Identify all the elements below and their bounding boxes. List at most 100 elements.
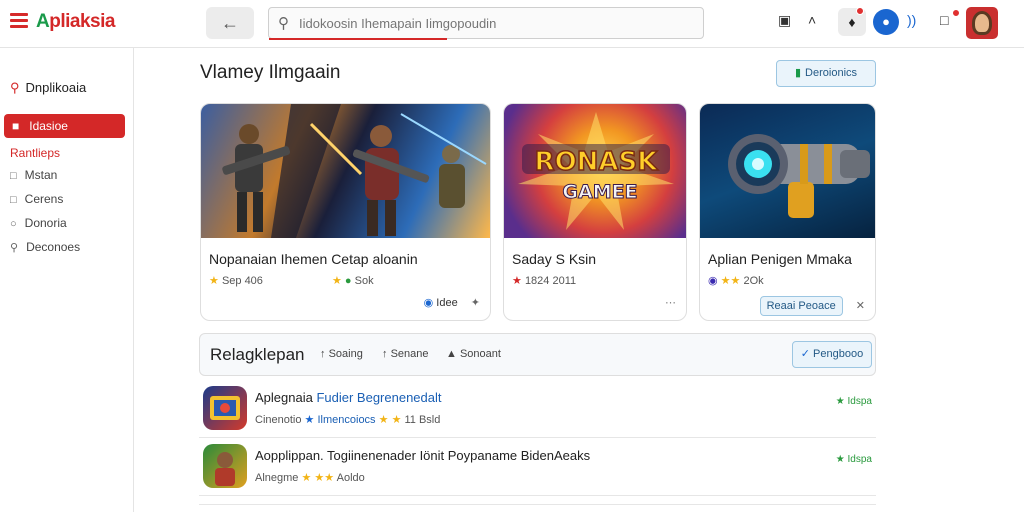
card-image-blaster <box>700 104 875 238</box>
card-meta: ★ 1824 2011 <box>512 275 577 287</box>
star-icon: ★ <box>304 414 315 426</box>
sidebar-item-2[interactable]: □ Cerens <box>10 192 63 206</box>
share-icon[interactable]: ✦ <box>471 297 480 309</box>
bookmark-dot <box>952 9 960 17</box>
logo-text-top: RONASK <box>535 147 659 177</box>
arrow-left-icon: ← <box>221 13 239 33</box>
card-title: Aplian Penigen Mmaka <box>708 251 852 267</box>
tag-icon: ▲ <box>446 348 457 360</box>
box-icon: □ <box>10 194 17 206</box>
featured-card-2[interactable]: RONASK GAMEE Saday S Ksin ★ 1824 2011 ⋯ <box>503 103 687 321</box>
list-item[interactable]: Aplegnaia Fudier Begrenenedalt Cinenotio… <box>199 382 876 438</box>
blaster-illustration <box>728 134 870 218</box>
play-icon: □ <box>10 170 17 182</box>
chevron-up-icon[interactable]: ˄ <box>808 12 816 28</box>
card-footer-link[interactable]: Idee <box>436 297 457 309</box>
home-icon: ■ <box>12 119 20 133</box>
list-item[interactable]: Aopplippan. Togiinenenader Iönit Poypana… <box>199 440 876 496</box>
bell-icon: ♦ <box>848 14 856 30</box>
bookmark-icon[interactable]: □ <box>940 12 948 28</box>
game-logo-illustration: RONASK GAMEE <box>518 112 674 230</box>
account-button[interactable]: ● <box>873 9 899 35</box>
info-icon[interactable]: ◉ <box>424 297 434 309</box>
star-icon: ★ <box>391 414 402 426</box>
search-icon: ⚲ <box>278 15 289 32</box>
filter-option-3[interactable]: ▲ Sonoant <box>446 348 501 360</box>
card-image-warriors <box>201 104 490 238</box>
sidebar-item-3[interactable]: ○ Donoria <box>10 216 67 230</box>
hamburger-icon[interactable] <box>10 13 28 29</box>
card-footer: Reaai Peoace ✕ <box>759 296 865 316</box>
card-title: Saday S Ksin <box>512 251 597 267</box>
star-icon: ★ <box>209 275 219 287</box>
list-divider <box>199 504 876 505</box>
card-title: Nopanaian Ihemen Cetap aloanin <box>209 251 418 267</box>
back-button[interactable]: ← <box>206 7 254 39</box>
filter-option-1[interactable]: ↑ Soaing <box>320 348 363 360</box>
sidebar-heading[interactable]: ⚲ Dnplikoaia <box>10 80 86 96</box>
app-icon-art <box>215 452 235 486</box>
sidebar-item-4[interactable]: ⚲ Deconoes <box>10 240 80 254</box>
top-bar: Apliaksia ← ⚲ ▣ ˄ ♦ ● )) □ <box>0 0 1024 48</box>
card-image-logo: RONASK GAMEE <box>504 104 686 238</box>
camera-icon[interactable]: ▣ <box>778 12 791 29</box>
close-icon[interactable]: ✕ <box>856 300 865 312</box>
sidebar-item-1[interactable]: □ Mstan <box>10 168 57 182</box>
app-logo[interactable]: Apliaksia <box>36 11 115 33</box>
filter-option-2[interactable]: ↑ Senane <box>382 348 429 360</box>
app-icon-art <box>210 396 240 420</box>
avatar-face <box>972 11 992 35</box>
sort-icon: ↑ <box>382 348 388 360</box>
star-icon: ★★ <box>314 472 335 484</box>
lock-icon: ○ <box>10 218 17 230</box>
card-meta: ★ Sep 406 ★ ● Sok <box>209 275 374 287</box>
sidebar: ⚲ Dnplikoaia ■ Idasioe Rantlieps □ Mstan □ C… <box>0 48 134 512</box>
star-icon: ★ <box>331 275 342 287</box>
app-icon <box>203 444 247 488</box>
avatar[interactable] <box>966 7 998 39</box>
pin-icon: ⚲ <box>10 80 20 95</box>
sidebar-subheading[interactable]: Rantlieps <box>10 146 60 160</box>
sort-icon: ↑ <box>320 348 326 360</box>
logo-text-bottom: GAMEE <box>562 181 637 203</box>
filter-action-button[interactable]: ✓ Pengbooo <box>792 341 872 368</box>
audio-icon[interactable]: )) <box>907 12 916 28</box>
app-meta: Alnegme ★ ★★ Aoldo <box>255 472 365 484</box>
user-icon: ● <box>882 14 890 29</box>
app-side-label[interactable]: ★ Idspa <box>836 396 872 407</box>
featured-card-3[interactable]: Aplian Penigen Mmaka ◉ ★★ 2Ok Reaai Peoa… <box>699 103 876 321</box>
card-meta: ◉ ★★ 2Ok <box>708 275 764 287</box>
star-icon: ★ <box>378 414 389 426</box>
star-icon: ★ <box>301 472 312 484</box>
star-icon: ★ <box>835 396 845 407</box>
app-name: Aplegnaia Fudier Begrenenedalt <box>255 390 442 405</box>
app-side-label[interactable]: ★ Idspa <box>836 454 872 465</box>
check-icon: ✓ <box>800 348 810 360</box>
search-input[interactable] <box>299 12 689 34</box>
section-title: Relagklepan <box>210 345 305 364</box>
star-icon: ★★ <box>720 275 741 287</box>
app-meta: Cinenotio ★ Ilmencoiocs ★ ★ 11 Bsld <box>255 414 441 426</box>
app-highlight-link[interactable]: Fudier Begrenenedalt <box>316 390 441 405</box>
search-small-icon: ⚲ <box>10 242 19 254</box>
card-action-button[interactable]: Reaai Peoace <box>759 296 843 316</box>
app-icon <box>203 386 247 430</box>
page-title: Vlamey Ilmgaain <box>200 62 341 83</box>
featured-card-1[interactable]: Nopanaian Ihemen Cetap aloanin ★ Sep 406… <box>200 103 491 321</box>
star-icon: ★ <box>835 454 845 465</box>
search-progress-underline <box>269 38 447 40</box>
search-box[interactable]: ⚲ <box>268 7 704 40</box>
card-footer: ◉ Idee ✦ <box>424 296 480 309</box>
filter-bar: Relagklepan ↑ Soaing ↑ Senane ▲ Sonoant … <box>199 333 876 376</box>
badge-icon: ● <box>344 275 352 287</box>
warriors-illustration <box>222 104 487 238</box>
more-icon[interactable]: ⋯ <box>665 297 676 309</box>
app-name: Aopplippan. Togiinenenader Iönit Poypana… <box>255 448 591 463</box>
sidebar-item-active[interactable]: ■ Idasioe <box>4 114 125 138</box>
bars-icon: ▮ <box>794 67 802 79</box>
top-action-button[interactable]: ▮ Deroionics <box>776 60 876 87</box>
badge-icon: ◉ <box>708 275 718 287</box>
star-icon: ★ <box>512 275 522 287</box>
notification-dot <box>856 7 864 15</box>
card-footer: ⋯ <box>665 296 676 309</box>
